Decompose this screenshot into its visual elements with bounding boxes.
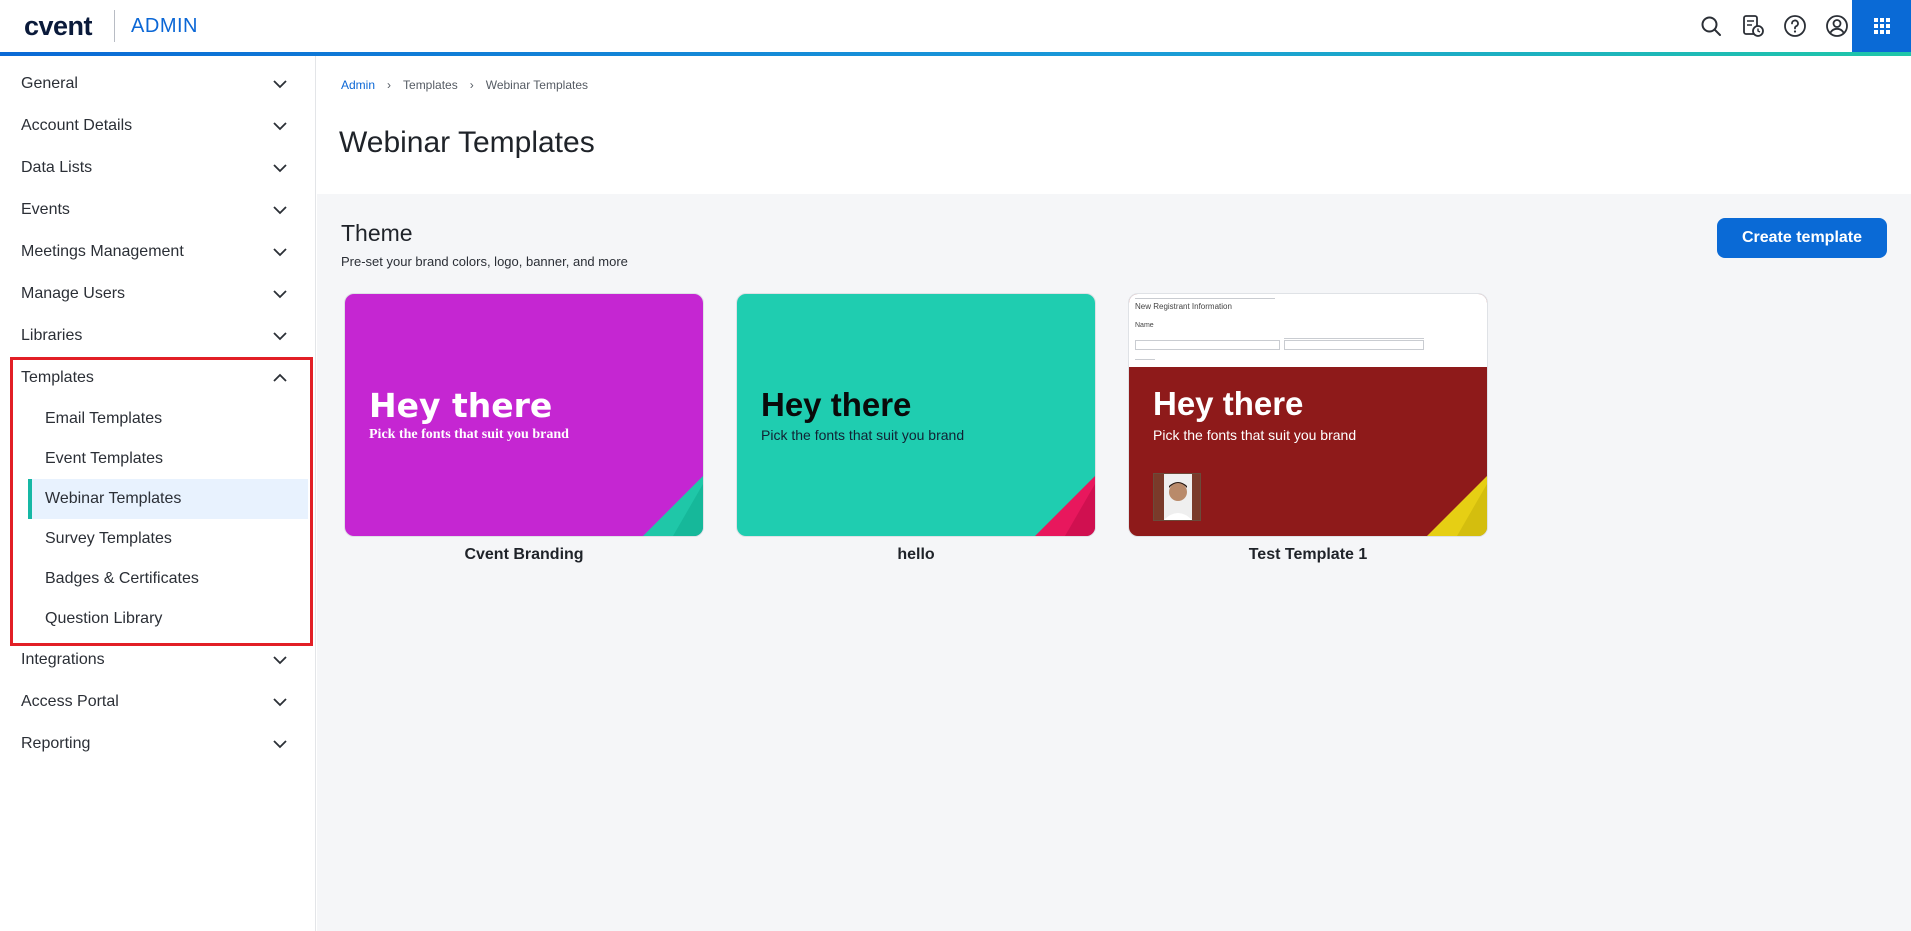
- sidebar-item-label: Access Portal: [21, 693, 119, 710]
- sidebar-item-access-portal[interactable]: Access Portal: [0, 681, 316, 723]
- card-label[interactable]: Test Template 1: [1128, 546, 1488, 564]
- sidebar-item-data-lists[interactable]: Data Lists: [0, 147, 316, 189]
- sidebar-item-libraries[interactable]: Libraries: [0, 315, 316, 357]
- sidebar-subitem-label: Email Templates: [45, 410, 163, 427]
- card-corner-decoration: [643, 476, 703, 536]
- sidebar-subitem-badges-certificates[interactable]: Badges & Certificates: [28, 559, 308, 599]
- search-icon[interactable]: [1697, 12, 1725, 40]
- page-title: Webinar Templates: [339, 126, 595, 159]
- chevron-right-icon: ›: [387, 78, 392, 92]
- card-heading: Hey there: [1153, 385, 1304, 422]
- sidebar-subitem-question-library[interactable]: Question Library: [28, 599, 308, 639]
- avatar-icon: [1154, 474, 1200, 520]
- sidebar-subitem-survey-templates[interactable]: Survey Templates: [28, 519, 308, 559]
- card-subtext: Pick the fonts that suit you brand: [761, 427, 965, 443]
- preview-input: [1284, 340, 1424, 350]
- breadcrumb-templates[interactable]: Templates: [403, 78, 458, 92]
- brand: cvent ADMIN: [0, 0, 198, 52]
- sidebar-item-events[interactable]: Events: [0, 189, 316, 231]
- sidebar-item-meetings-management[interactable]: Meetings Management: [0, 231, 316, 273]
- preview-line: [1284, 338, 1424, 339]
- sidebar-subitem-label: Survey Templates: [45, 530, 172, 547]
- card-label[interactable]: Cvent Branding: [344, 546, 704, 564]
- apps-grid-icon: [1873, 18, 1890, 34]
- card-corner-decoration: [1035, 476, 1095, 536]
- card-heading: Hey there: [761, 386, 912, 423]
- sidebar-item-label: Integrations: [21, 651, 105, 668]
- admin-label[interactable]: ADMIN: [131, 15, 198, 38]
- sidebar-item-label: Account Details: [21, 117, 133, 134]
- chevron-down-icon: [273, 290, 287, 299]
- sidebar-item-templates[interactable]: Templates: [0, 357, 316, 399]
- chevron-down-icon: [273, 80, 287, 89]
- preview-input: [1135, 340, 1280, 350]
- main-content: Admin › Templates › Webinar Templates We…: [317, 56, 1911, 931]
- sidebar-item-manage-users[interactable]: Manage Users: [0, 273, 316, 315]
- help-icon[interactable]: [1781, 12, 1809, 40]
- card-avatar-image: [1153, 473, 1201, 521]
- sidebar-item-label: Meetings Management: [21, 243, 184, 260]
- chevron-down-icon: [273, 698, 287, 707]
- theme-title: Theme: [341, 220, 413, 246]
- chevron-down-icon: [273, 122, 287, 131]
- chevron-down-icon: [273, 206, 287, 215]
- event-schedule-icon[interactable]: [1739, 12, 1767, 40]
- create-template-button[interactable]: Create template: [1717, 218, 1887, 258]
- preview-field-label: Name: [1135, 322, 1154, 329]
- sidebar-subitem-email-templates[interactable]: Email Templates: [28, 399, 308, 439]
- card-corner-decoration: [1427, 476, 1487, 536]
- sidebar-item-general[interactable]: General: [0, 63, 316, 105]
- chevron-up-icon: [273, 373, 287, 382]
- cvent-logo[interactable]: cvent: [24, 11, 93, 42]
- template-card-cvent-branding[interactable]: Hey there Pick the fonts that suit you b…: [344, 293, 704, 537]
- sidebar-item-label: Events: [21, 201, 70, 218]
- chevron-down-icon: [273, 164, 287, 173]
- sidebar-item-label: Manage Users: [21, 285, 126, 302]
- breadcrumb-admin[interactable]: Admin: [341, 78, 375, 92]
- chevron-down-icon: [273, 248, 287, 257]
- template-card-hello[interactable]: Hey there Pick the fonts that suit you b…: [736, 293, 1096, 537]
- chevron-down-icon: [273, 332, 287, 341]
- brand-divider: [114, 10, 116, 42]
- sidebar-subitem-label: Question Library: [45, 610, 163, 627]
- sidebar-item-reporting[interactable]: Reporting: [0, 723, 316, 765]
- sidebar-item-label: Data Lists: [21, 159, 93, 176]
- breadcrumb-current: Webinar Templates: [485, 78, 588, 92]
- chevron-down-icon: [273, 656, 287, 665]
- card-label[interactable]: hello: [736, 546, 1096, 564]
- sidebar-subitem-label: Event Templates: [45, 450, 163, 467]
- sidebar-item-label: Libraries: [21, 327, 83, 344]
- apps-grid-button[interactable]: [1852, 0, 1911, 52]
- chevron-down-icon: [273, 740, 287, 749]
- sidebar-item-label: Templates: [21, 369, 94, 386]
- sidebar-item-label: Reporting: [21, 735, 91, 752]
- preview-line: [1135, 298, 1275, 299]
- account-icon[interactable]: [1823, 12, 1851, 40]
- sidebar-item-label: General: [21, 75, 78, 92]
- sidebar-subitem-event-templates[interactable]: Event Templates: [28, 439, 308, 479]
- sidebar-subitem-label: Webinar Templates: [45, 490, 182, 507]
- sidebar-item-account-details[interactable]: Account Details: [0, 105, 316, 147]
- theme-subtitle: Pre-set your brand colors, logo, banner,…: [341, 254, 628, 269]
- preview-line: [1135, 359, 1155, 360]
- card-form-preview: New Registrant Information Name: [1129, 294, 1487, 367]
- sidebar-subitem-label: Badges & Certificates: [45, 570, 199, 587]
- sidebar-subitem-webinar-templates[interactable]: Webinar Templates: [28, 479, 308, 519]
- sidebar-item-integrations[interactable]: Integrations: [0, 639, 316, 681]
- theme-section: Theme Pre-set your brand colors, logo, b…: [317, 194, 1911, 931]
- top-icons: [1697, 0, 1851, 52]
- card-subtext: Pick the fonts that suit you brand: [1153, 427, 1357, 443]
- preview-heading: New Registrant Information: [1135, 302, 1232, 311]
- chevron-right-icon: ›: [469, 78, 474, 92]
- sidebar: General Account Details Data Lists Event…: [0, 56, 316, 931]
- breadcrumb: Admin › Templates › Webinar Templates: [341, 78, 588, 92]
- template-card-test-template-1[interactable]: New Registrant Information Name Hey ther…: [1128, 293, 1488, 537]
- top-bar: cvent ADMIN: [0, 0, 1911, 52]
- card-subtext: Pick the fonts that suit you brand: [369, 427, 569, 442]
- card-heading: Hey there: [369, 386, 553, 425]
